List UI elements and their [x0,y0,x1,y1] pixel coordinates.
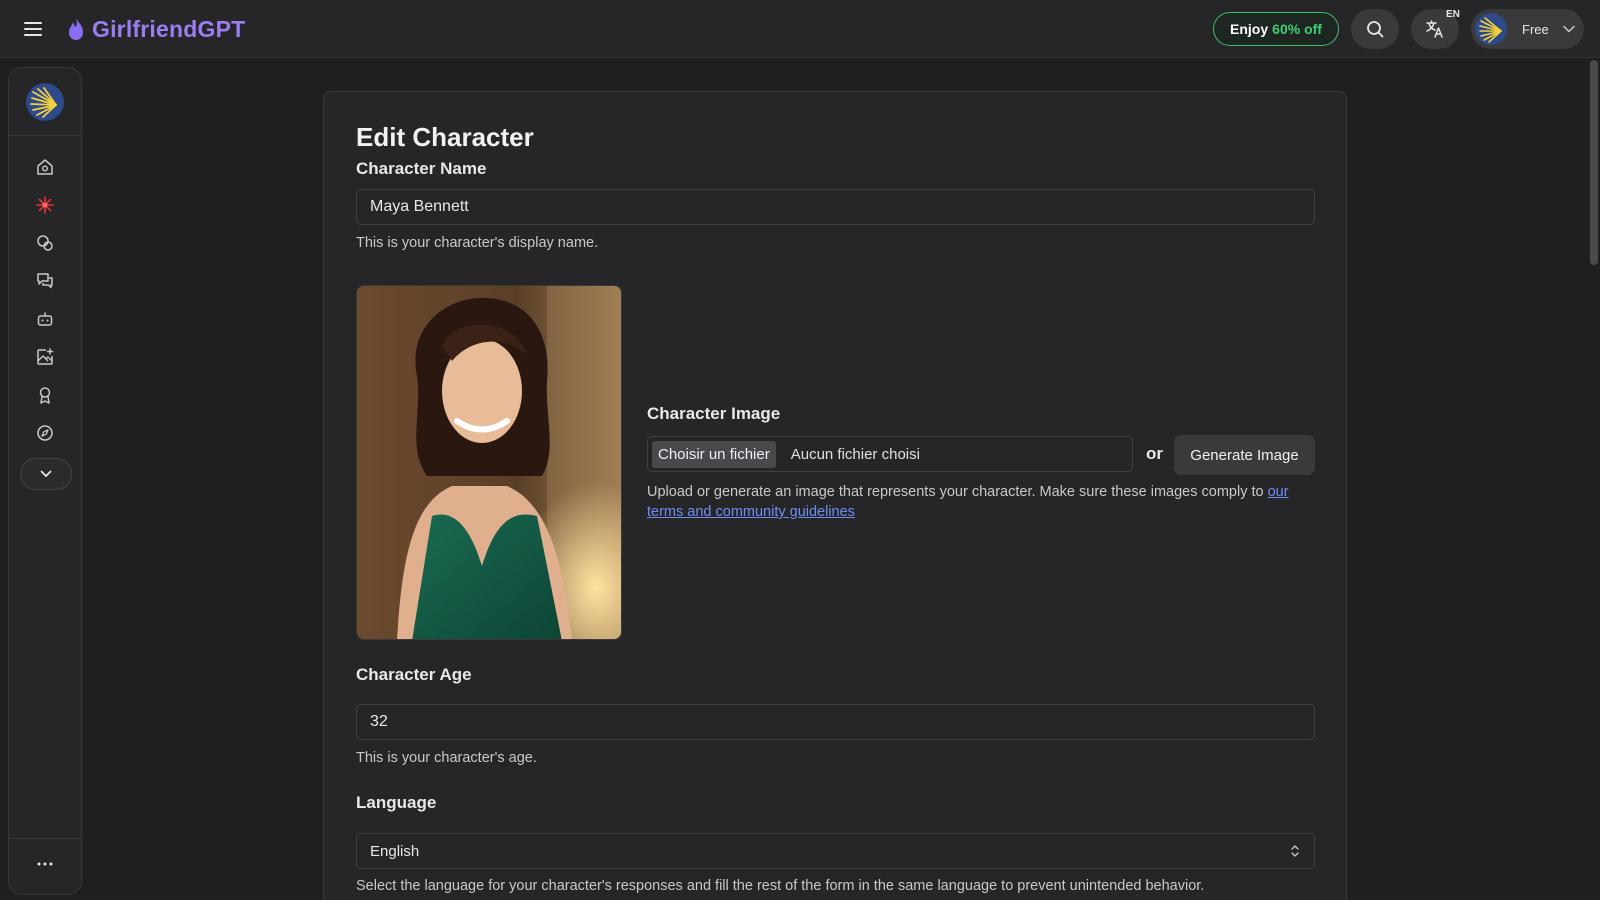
home-icon [37,159,53,175]
chevron-down-icon [1562,25,1575,33]
translate-icon [1426,20,1443,38]
generate-image-button[interactable]: Generate Image [1174,435,1315,475]
promo-button[interactable]: Enjoy 60% off [1213,12,1339,46]
character-image-file-input[interactable]: Choisir un fichier Aucun fichier choisi [647,436,1133,472]
chevron-down-icon [40,470,52,478]
top-bar: GirlfriendGPT Enjoy 60% off EN Free [0,0,1600,58]
character-age-input[interactable]: 32 [356,704,1315,740]
characters-icon [37,235,53,251]
chat-icon [37,273,53,289]
character-name-help: This is your character's display name. [356,235,599,251]
award-icon [39,387,51,404]
image-help-text: Upload or generate an image that represe… [647,484,1264,500]
page-title: Edit Character [356,122,534,152]
sidebar [8,67,82,895]
or-separator: or [1146,444,1163,463]
character-age-label: Character Age [356,665,472,684]
brand-logo[interactable]: GirlfriendGPT [66,14,245,44]
promo-accent: 60% off [1272,21,1322,37]
select-arrows-icon [1291,845,1299,857]
sidebar-divider [9,838,81,839]
user-menu-button[interactable]: Free [1471,9,1584,49]
language-label: Language [356,793,437,812]
sidebar-logo[interactable] [9,68,81,136]
character-name-input[interactable]: Maya Bennett [356,189,1315,225]
avatar [1475,13,1507,45]
sidebar-item-characters[interactable] [33,231,57,255]
more-icon [37,862,53,866]
sidebar-expand-button[interactable] [20,458,72,490]
image-generate-icon [37,348,54,365]
explore-icon [37,425,53,441]
sidebar-item-create[interactable] [33,307,57,331]
sidebar-item-explore[interactable] [33,421,57,445]
character-name-label: Character Name [356,159,487,178]
sidebar-more-button[interactable] [33,852,57,876]
language-code: EN [1446,9,1460,20]
file-status: Aucun fichier choisi [790,445,920,463]
character-image [356,285,622,640]
language-value: English [370,842,420,860]
character-age-help: This is your character's age. [356,750,537,766]
flame-icon [69,18,83,40]
plan-label: Free [1522,21,1549,37]
sidebar-item-home[interactable] [33,155,57,179]
language-help: Select the language for your character's… [356,878,1205,894]
brand-name: GirlfriendGPT [92,15,246,42]
language-select[interactable]: English [356,833,1315,869]
search-button[interactable] [1351,9,1399,49]
menu-icon[interactable] [24,17,48,41]
character-image-label: Character Image [647,404,781,423]
sparkle-icon [36,196,54,214]
choose-file-button[interactable]: Choisir un fichier [652,440,776,468]
sidebar-item-featured[interactable] [33,193,57,217]
search-icon [1367,21,1384,38]
sidebar-item-generate-image[interactable] [33,345,57,369]
edit-character-form: Edit Character Character Name Maya Benne… [323,91,1347,900]
scrollbar-thumb[interactable] [1590,60,1598,265]
promo-prefix: Enjoy [1230,21,1269,37]
robot-icon [37,312,53,326]
character-age-value: 32 [370,713,388,730]
sidebar-item-rewards[interactable] [33,383,57,407]
character-name-value: Maya Bennett [370,198,469,215]
sidebar-item-chats[interactable] [33,269,57,293]
logo-icon [26,82,64,121]
character-image-help: Upload or generate an image that represe… [647,482,1317,522]
